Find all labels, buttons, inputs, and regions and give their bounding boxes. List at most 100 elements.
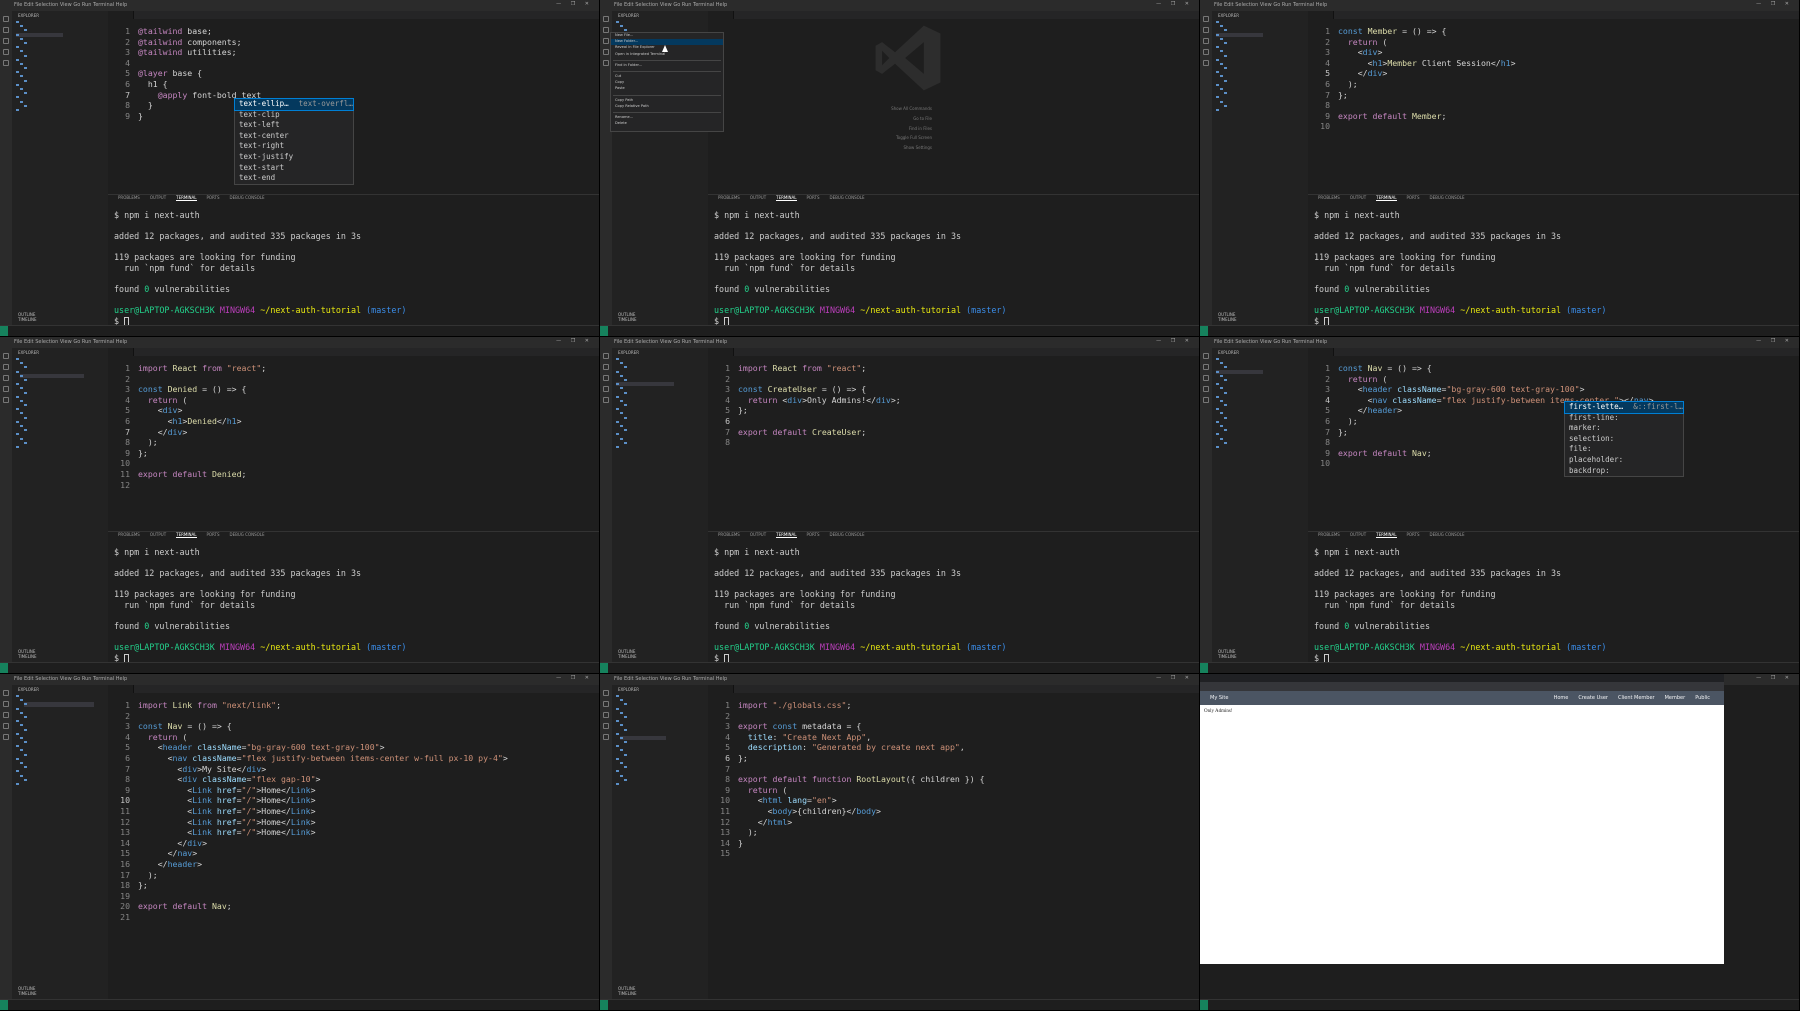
timeline-section[interactable]: TIMELINE xyxy=(618,991,637,996)
code-line[interactable]: 2 xyxy=(708,711,1199,722)
run-debug-icon[interactable] xyxy=(3,723,9,729)
terminal[interactable]: $ npm i next-auth added 12 packages, and… xyxy=(1314,210,1795,327)
code-lines[interactable]: 1 import "./globals.css"; 2 3 export const m… xyxy=(708,699,1199,859)
code-lines[interactable]: 1 const Member = () => {2 return (3 <div>… xyxy=(1308,25,1799,132)
code-line[interactable]: 9 export default Nav; xyxy=(1308,448,1799,459)
search-icon[interactable] xyxy=(603,701,609,707)
code-line[interactable]: 7 export default CreateUser; xyxy=(708,427,1199,438)
code-line[interactable]: 15 </nav> xyxy=(108,848,599,859)
code-line[interactable]: 12 <Link href="/">Home</Link> xyxy=(108,817,599,828)
editor-tab[interactable] xyxy=(108,348,134,356)
timeline-section[interactable]: TIMELINE xyxy=(618,654,637,659)
nav-link[interactable]: Client Member xyxy=(1618,695,1655,701)
context-menu-item[interactable]: Paste xyxy=(611,86,723,92)
code-line[interactable]: 2 xyxy=(108,374,599,385)
explorer-icon[interactable] xyxy=(603,690,609,696)
code-line[interactable]: 15 xyxy=(708,848,1199,859)
extensions-icon[interactable] xyxy=(603,60,609,66)
panel-tab[interactable]: PORTS xyxy=(1407,532,1420,537)
menu-bar[interactable]: File Edit Selection View Go Run Terminal… xyxy=(614,2,727,8)
search-icon[interactable] xyxy=(3,701,9,707)
suggestion-item[interactable]: text-clip xyxy=(235,110,353,121)
code-line[interactable]: 4 title: "Create Next App", xyxy=(708,732,1199,743)
window-controls[interactable]: — ❐ ✕ xyxy=(556,675,593,681)
remote-indicator[interactable] xyxy=(600,1000,608,1010)
run-debug-icon[interactable] xyxy=(3,386,9,392)
context-menu-item[interactable]: Copy Relative Path xyxy=(611,104,723,110)
timeline-section[interactable]: TIMELINE xyxy=(18,991,37,996)
extensions-icon[interactable] xyxy=(3,60,9,66)
nav-link[interactable]: Public xyxy=(1695,695,1710,701)
source-control-icon[interactable] xyxy=(603,375,609,381)
panel-tab[interactable]: TERMINAL xyxy=(176,532,197,538)
code-line[interactable]: 14 </div> xyxy=(108,838,599,849)
panel-tab[interactable]: DEBUG CONSOLE xyxy=(830,532,865,537)
panel-tab[interactable]: PORTS xyxy=(1407,195,1420,200)
editor-tab[interactable] xyxy=(1308,11,1334,19)
suggestion-widget[interactable]: first-lette… &::first-l… first-line: marker… xyxy=(1564,401,1684,478)
extensions-icon[interactable] xyxy=(1203,60,1209,66)
remote-indicator[interactable] xyxy=(1200,1000,1208,1010)
editor-area[interactable]: 1 const Nav = () => {2 return (3 <header … xyxy=(1308,348,1799,528)
menu-bar[interactable]: File Edit Selection View Go Run Terminal… xyxy=(14,676,127,682)
suggestion-item[interactable]: text-right xyxy=(235,141,353,152)
code-lines[interactable]: 1 import React from "react"; 2 3 const Denie… xyxy=(108,362,599,490)
code-line[interactable]: 7 </div> xyxy=(108,427,599,438)
window-controls[interactable]: — ❐ ✕ xyxy=(1756,1,1793,7)
code-line[interactable]: 1 @tailwind base; xyxy=(108,26,599,37)
search-icon[interactable] xyxy=(1203,27,1209,33)
code-line[interactable]: 13 <Link href="/">Home</Link> xyxy=(108,827,599,838)
window-controls[interactable]: — ❐ ✕ xyxy=(1756,675,1793,681)
code-line[interactable]: 17 ); xyxy=(108,870,599,881)
source-control-icon[interactable] xyxy=(603,712,609,718)
suggestion-item[interactable]: first-line: xyxy=(1565,413,1683,424)
suggestion-item[interactable]: text-justify xyxy=(235,152,353,163)
browser-tab[interactable] xyxy=(1204,682,1264,688)
code-line[interactable]: 4 return ( xyxy=(108,732,599,743)
suggestion-item[interactable]: text-left xyxy=(235,120,353,131)
file-tree-item[interactable] xyxy=(1216,445,1289,449)
code-line[interactable]: 5 </header> xyxy=(1308,405,1799,416)
code-line[interactable]: 8 xyxy=(1308,437,1799,448)
panel-tab[interactable]: PORTS xyxy=(207,532,220,537)
extensions-icon[interactable] xyxy=(3,734,9,740)
code-line[interactable]: 6 ); xyxy=(1308,79,1799,90)
code-line[interactable]: 3 @tailwind utilities; xyxy=(108,47,599,58)
panel-tab[interactable]: OUTPUT xyxy=(1350,195,1366,200)
terminal[interactable]: $ npm i next-auth added 12 packages, and… xyxy=(114,547,595,664)
code-line[interactable]: 13 ); xyxy=(708,827,1199,838)
terminal[interactable]: $ npm i next-auth added 12 packages, and… xyxy=(1314,547,1795,664)
explorer-icon[interactable] xyxy=(3,16,9,22)
code-line[interactable]: 10 <Link href="/">Home</Link> xyxy=(108,795,599,806)
panel-tab[interactable]: PORTS xyxy=(207,195,220,200)
code-line[interactable]: 7}; xyxy=(1308,427,1799,438)
editor-tab[interactable] xyxy=(1308,348,1334,356)
window-controls[interactable]: — ❐ ✕ xyxy=(556,1,593,7)
code-line[interactable]: 8 export default function RootLayout({ ch… xyxy=(708,774,1199,785)
extensions-icon[interactable] xyxy=(3,397,9,403)
code-line[interactable]: 4 <nav className="flex justify-between i… xyxy=(1308,395,1799,406)
remote-indicator[interactable] xyxy=(1200,663,1208,673)
suggestion-item[interactable]: backdrop: xyxy=(1565,466,1683,477)
window-controls[interactable]: — ❐ ✕ xyxy=(1156,338,1193,344)
code-line[interactable]: 6 ); xyxy=(1308,416,1799,427)
code-lines[interactable]: 1 const Nav = () => {2 return (3 <header … xyxy=(1308,362,1799,469)
code-line[interactable]: 19 xyxy=(108,891,599,902)
search-icon[interactable] xyxy=(603,364,609,370)
menu-bar[interactable]: File Edit Selection View Go Run Terminal… xyxy=(14,339,127,345)
address-bar[interactable] xyxy=(1200,682,1724,691)
code-line[interactable]: 1 import Link from "next/link"; xyxy=(108,700,599,711)
timeline-section[interactable]: TIMELINE xyxy=(618,317,637,322)
run-debug-icon[interactable] xyxy=(1203,49,1209,55)
code-line[interactable]: 2 @tailwind components; xyxy=(108,37,599,48)
panel-tab[interactable]: OUTPUT xyxy=(750,195,766,200)
explorer-icon[interactable] xyxy=(1203,16,1209,22)
code-line[interactable]: 7 <div>My Site</div> xyxy=(108,764,599,775)
code-line[interactable]: 11 export default Denied; xyxy=(108,469,599,480)
file-tree-item[interactable] xyxy=(1216,108,1289,112)
code-line[interactable]: 2 xyxy=(708,374,1199,385)
code-line[interactable]: 14} xyxy=(708,838,1199,849)
menu-bar[interactable]: File Edit Selection View Go Run Terminal… xyxy=(14,2,127,8)
code-line[interactable]: 9 return ( xyxy=(708,785,1199,796)
search-icon[interactable] xyxy=(3,27,9,33)
